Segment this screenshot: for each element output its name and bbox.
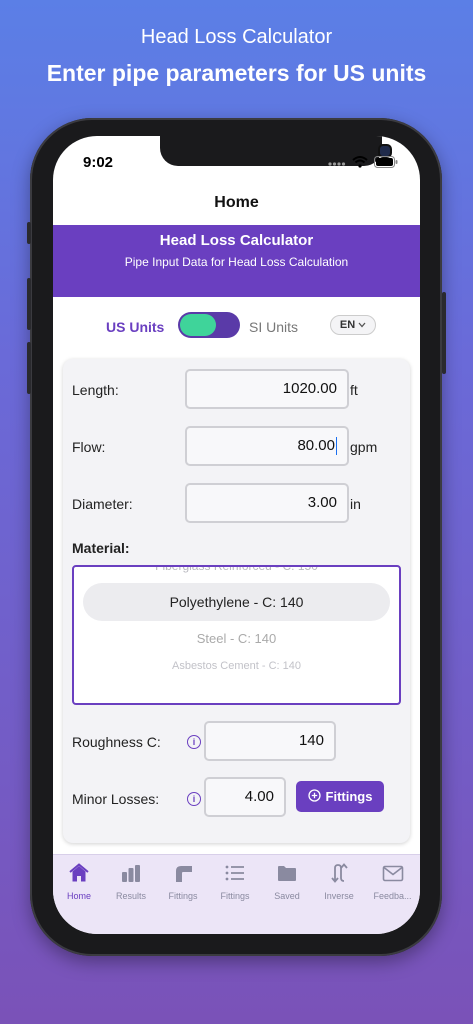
minor-losses-input[interactable]: 4.00: [204, 777, 286, 817]
tab-label: Saved: [274, 891, 300, 901]
battery-icon: [374, 155, 398, 173]
material-label: Material:: [72, 540, 130, 556]
volume-up-button: [27, 278, 31, 330]
tab-home[interactable]: Home: [53, 863, 105, 901]
tab-label: Results: [115, 891, 146, 901]
house-icon: [68, 863, 90, 887]
tab-label: Inverse: [324, 891, 354, 901]
app-header: Head Loss Calculator Pipe Input Data for…: [53, 225, 420, 297]
length-unit: ft: [350, 382, 358, 398]
bar-chart-icon: [120, 865, 142, 887]
tab-label: Feedba...: [373, 891, 412, 901]
units-toggle[interactable]: [178, 312, 240, 338]
promo-title: Head Loss Calculator: [140, 26, 333, 48]
input-card: Length: 1020.00 ft Flow: 80.00 gpm Diame…: [63, 359, 410, 843]
info-icon[interactable]: i: [187, 792, 201, 806]
flow-input[interactable]: 80.00: [185, 426, 349, 466]
side-button: [27, 222, 31, 244]
length-label: Length:: [72, 382, 119, 398]
plus-circle-icon: [307, 788, 321, 805]
status-icons: [328, 155, 398, 173]
header-subtitle: Pipe Input Data for Head Loss Calculatio…: [124, 255, 349, 269]
units-row: US Units SI Units EN: [53, 312, 420, 342]
swap-arrows-icon: [328, 863, 350, 887]
diameter-label: Diameter:: [72, 496, 133, 512]
wifi-icon: [352, 155, 368, 173]
toggle-knob: [180, 314, 216, 336]
text-caret: [336, 437, 337, 456]
envelope-icon: [382, 865, 404, 887]
material-option[interactable]: Steel - C: 140: [74, 631, 399, 646]
language-label: EN: [339, 319, 356, 331]
tab-saved[interactable]: Saved: [261, 863, 313, 901]
fittings-button-label: Fittings: [325, 789, 373, 804]
tab-results[interactable]: Results: [105, 863, 157, 901]
flow-unit: gpm: [350, 439, 378, 455]
status-time: 9:02: [83, 154, 114, 171]
minor-losses-label: Minor Losses:: [72, 791, 160, 807]
length-input[interactable]: 1020.00: [185, 369, 349, 409]
si-units-label[interactable]: SI Units: [249, 319, 298, 335]
tab-bar: Home Results Fittings Fittings Saved Inv…: [53, 854, 420, 934]
tab-fittings-list[interactable]: Fittings: [209, 863, 261, 901]
tab-label: Fittings: [220, 891, 250, 901]
diameter-unit: in: [350, 496, 361, 512]
us-units-label[interactable]: US Units: [106, 319, 164, 335]
list-icon: [224, 865, 246, 887]
signal-icon: [328, 155, 346, 173]
volume-down-button: [27, 342, 31, 394]
material-option[interactable]: Fiberglass Reinforced - C: 150: [74, 567, 399, 573]
promo-subtitle: Enter pipe parameters for US units: [46, 60, 427, 86]
roughness-label: Roughness C:: [72, 734, 161, 750]
app-screen: 9:02 Home Head Loss Calculator Pipe Inpu…: [53, 136, 420, 934]
tab-label: Fittings: [168, 891, 198, 901]
material-option-selected[interactable]: Polyethylene - C: 140: [74, 594, 399, 610]
diameter-input[interactable]: 3.00: [185, 483, 349, 523]
fittings-button[interactable]: Fittings: [296, 781, 384, 812]
language-selector[interactable]: EN: [330, 315, 376, 335]
tab-feedback[interactable]: Feedba...: [365, 863, 420, 901]
chevron-down-icon: [358, 319, 366, 331]
info-icon[interactable]: i: [187, 735, 201, 749]
material-picker[interactable]: Fiberglass Reinforced - C: 150 Polyethyl…: [72, 565, 401, 705]
pipe-elbow-icon: [172, 866, 194, 887]
tab-label: Home: [66, 891, 91, 901]
flow-label: Flow:: [72, 439, 106, 455]
tab-fittings[interactable]: Fittings: [157, 863, 209, 901]
roughness-input[interactable]: 140: [204, 721, 336, 761]
nav-title: Home: [214, 194, 259, 211]
tab-inverse[interactable]: Inverse: [313, 863, 365, 901]
power-button: [442, 292, 446, 374]
folder-icon: [276, 866, 298, 887]
header-title: Head Loss Calculator: [159, 232, 314, 249]
flow-value: 80.00: [297, 437, 335, 454]
material-option[interactable]: Asbestos Cement - C: 140: [74, 660, 399, 672]
